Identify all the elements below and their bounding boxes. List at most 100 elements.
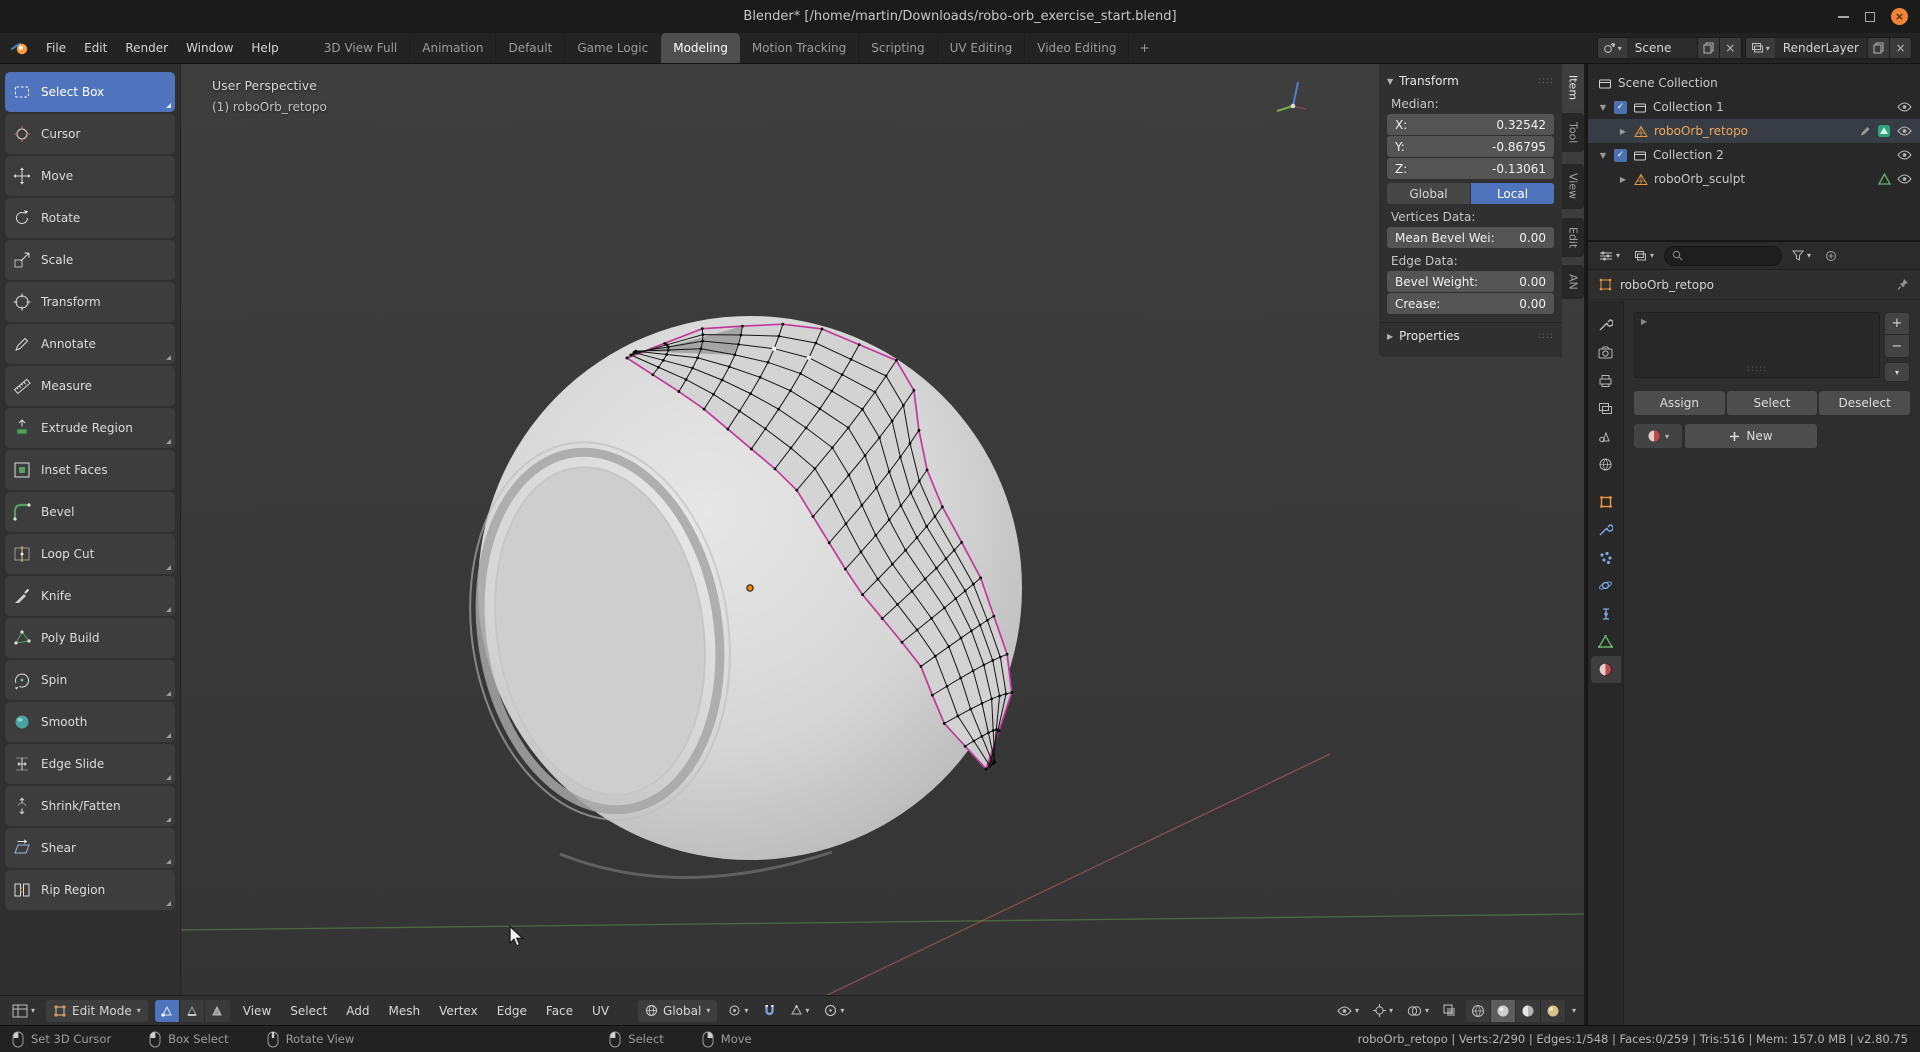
outliner-row-roboorb-sculpt[interactable]: ▶ roboOrb_sculpt bbox=[1588, 167, 1920, 191]
menu-vertex[interactable]: Vertex bbox=[433, 1004, 484, 1018]
disclosure-icon[interactable]: ▶ bbox=[1618, 127, 1628, 136]
close-button[interactable]: × bbox=[1891, 8, 1908, 25]
slot-specials-button[interactable]: ▾ bbox=[1884, 362, 1910, 382]
view-layer-remove-button[interactable]: × bbox=[1889, 38, 1911, 58]
overlays-button[interactable]: ▾ bbox=[1403, 1000, 1433, 1022]
tool-extrude-region[interactable]: Extrude Region bbox=[5, 408, 175, 448]
tool-poly-build[interactable]: Poly Build bbox=[5, 618, 175, 658]
mesh-data-icon[interactable] bbox=[1877, 124, 1891, 138]
outliner-row-collection-2[interactable]: ▼ ✓ Collection 2 bbox=[1588, 143, 1920, 167]
tool-move[interactable]: Move bbox=[5, 156, 175, 196]
menu-help[interactable]: Help bbox=[242, 33, 287, 63]
bevel-weight-field[interactable]: Bevel Weight: 0.00 bbox=[1387, 271, 1554, 292]
object-visibility-button[interactable]: ▾ bbox=[1333, 1000, 1363, 1022]
sidebar-tab-item[interactable]: Item bbox=[1562, 66, 1584, 110]
tab-world[interactable] bbox=[1591, 451, 1621, 478]
shading-settings-button[interactable]: ▾ bbox=[1572, 1006, 1576, 1015]
mode-dropdown[interactable]: Edit Mode ▾ bbox=[46, 999, 148, 1022]
view-layer-browse-button[interactable]: ▾ bbox=[1745, 38, 1775, 58]
vertex-select-button[interactable] bbox=[154, 999, 180, 1022]
menu-add[interactable]: Add bbox=[340, 1004, 375, 1018]
tool-shrink-fatten[interactable]: Shrink/Fatten bbox=[5, 786, 175, 826]
tool-cursor[interactable]: Cursor bbox=[5, 114, 175, 154]
blender-logo-icon[interactable] bbox=[0, 33, 37, 63]
snap-settings-button[interactable]: ▾ bbox=[787, 1000, 813, 1022]
tool-inset-faces[interactable]: Inset Faces bbox=[5, 450, 175, 490]
hide-eye-icon[interactable] bbox=[1897, 174, 1912, 184]
menu-face[interactable]: Face bbox=[540, 1004, 579, 1018]
tool-loop-cut[interactable]: Loop Cut bbox=[5, 534, 175, 574]
axis-gizmo[interactable] bbox=[1270, 74, 1316, 122]
menu-window[interactable]: Window bbox=[177, 33, 242, 63]
tool-knife[interactable]: Knife bbox=[5, 576, 175, 616]
global-button[interactable]: Global bbox=[1387, 183, 1470, 204]
tab-physics[interactable] bbox=[1591, 572, 1621, 599]
list-resize-grip[interactable]: ::::: bbox=[1747, 364, 1767, 374]
collection-checkbox[interactable]: ✓ bbox=[1614, 148, 1627, 162]
tab-game-logic[interactable]: Game Logic bbox=[565, 33, 662, 63]
tab-output[interactable] bbox=[1591, 367, 1621, 394]
rendered-shading-button[interactable] bbox=[1541, 999, 1566, 1022]
disclosure-icon[interactable]: ▼ bbox=[1598, 103, 1608, 112]
crease-field[interactable]: Crease: 0.00 bbox=[1387, 293, 1554, 314]
gizmos-button[interactable]: ▾ bbox=[1369, 1000, 1397, 1022]
mesh-data-icon[interactable] bbox=[1878, 173, 1891, 185]
display-mode-button[interactable]: ▾ bbox=[1630, 245, 1658, 267]
tab-constraints[interactable] bbox=[1591, 600, 1621, 627]
new-material-button[interactable]: New bbox=[1685, 424, 1817, 448]
material-slot-list[interactable]: ▶ ::::: bbox=[1634, 312, 1880, 378]
properties-editor-type-button[interactable]: ▾ bbox=[1595, 245, 1624, 267]
scene-browse-button[interactable]: ▾ bbox=[1597, 38, 1627, 58]
sidebar-tab-view[interactable]: View bbox=[1562, 164, 1584, 209]
tab-motion-tracking[interactable]: Motion Tracking bbox=[740, 33, 860, 63]
deselect-button[interactable]: Deselect bbox=[1819, 391, 1911, 415]
disclosure-icon[interactable]: ▶ bbox=[1618, 175, 1628, 184]
mean-bevel-weight-field[interactable]: Mean Bevel Wei: 0.00 bbox=[1387, 227, 1554, 248]
tool-annotate[interactable]: Annotate bbox=[5, 324, 175, 364]
scene-unlink-button[interactable]: × bbox=[1718, 38, 1741, 58]
median-y-field[interactable]: Y: -0.86795 bbox=[1387, 136, 1554, 157]
hide-eye-icon[interactable] bbox=[1897, 150, 1912, 160]
outliner-row-scene-collection[interactable]: Scene Collection bbox=[1588, 71, 1920, 95]
sidebar-tab-edit[interactable]: Edit bbox=[1562, 217, 1584, 257]
sidebar-tab-tool[interactable]: Tool bbox=[1562, 113, 1584, 153]
tool-bevel[interactable]: Bevel bbox=[5, 492, 175, 532]
breadcrumb-object-name[interactable]: roboOrb_retopo bbox=[1620, 278, 1714, 292]
minimize-button[interactable] bbox=[1838, 15, 1849, 18]
view-layer-name[interactable]: RenderLayer bbox=[1775, 41, 1867, 55]
pin-icon[interactable] bbox=[1897, 278, 1909, 291]
view-layer-copy-button[interactable] bbox=[1867, 38, 1889, 58]
tool-shear[interactable]: Shear bbox=[5, 828, 175, 868]
transform-orientation-dropdown[interactable]: Global ▾ bbox=[638, 999, 718, 1022]
tab-object[interactable] bbox=[1591, 488, 1621, 515]
tab-particles[interactable] bbox=[1591, 544, 1621, 571]
add-workspace-button[interactable]: + bbox=[1129, 33, 1159, 63]
transform-panel-header[interactable]: ▼ Transform :::: bbox=[1379, 68, 1562, 94]
tab-material[interactable] bbox=[1590, 656, 1621, 683]
tab-modeling[interactable]: Modeling bbox=[661, 33, 740, 63]
wireframe-shading-button[interactable] bbox=[1466, 999, 1491, 1022]
proportional-editing-button[interactable]: ▾ bbox=[820, 1000, 848, 1022]
assign-button[interactable]: Assign bbox=[1634, 391, 1725, 415]
editor-type-button[interactable]: ▾ bbox=[8, 1000, 39, 1022]
material-shading-button[interactable] bbox=[1516, 999, 1541, 1022]
outliner-row-collection-1[interactable]: ▼ ✓ Collection 1 bbox=[1588, 95, 1920, 119]
tab-video-editing[interactable]: Video Editing bbox=[1025, 33, 1130, 63]
tool-transform[interactable]: Transform bbox=[5, 282, 175, 322]
menu-file[interactable]: File bbox=[37, 33, 75, 63]
tab-3d-view-full[interactable]: 3D View Full bbox=[312, 33, 411, 63]
menu-view[interactable]: View bbox=[237, 1004, 277, 1018]
disclosure-icon[interactable]: ▼ bbox=[1598, 151, 1608, 160]
tool-scale[interactable]: Scale bbox=[5, 240, 175, 280]
maximize-button[interactable] bbox=[1865, 11, 1875, 22]
tab-object-data[interactable] bbox=[1591, 628, 1621, 655]
tab-scripting[interactable]: Scripting bbox=[859, 33, 938, 63]
menu-uv[interactable]: UV bbox=[586, 1004, 615, 1018]
xray-toggle-button[interactable] bbox=[1439, 1000, 1460, 1022]
hide-eye-icon[interactable] bbox=[1897, 126, 1912, 136]
filter-button[interactable]: ▾ bbox=[1788, 245, 1815, 267]
scene-name[interactable]: Scene bbox=[1627, 41, 1697, 55]
tab-active-tool[interactable] bbox=[1591, 311, 1621, 338]
solid-shading-button[interactable] bbox=[1490, 999, 1516, 1022]
pivot-point-button[interactable]: ▾ bbox=[724, 1000, 752, 1022]
